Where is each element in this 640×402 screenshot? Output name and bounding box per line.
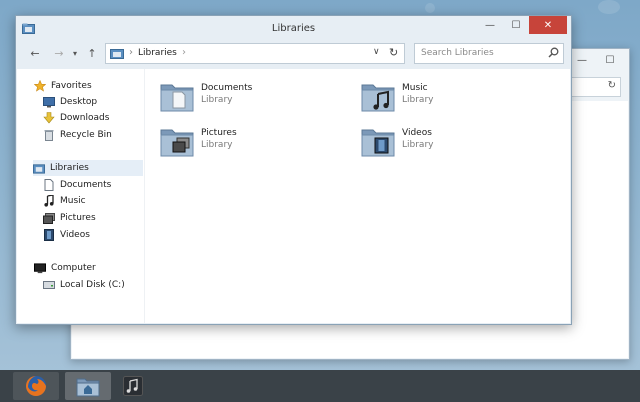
desktop-bubble <box>598 0 620 14</box>
nav-documents[interactable]: Documents <box>43 177 111 193</box>
nav-libraries[interactable]: Libraries <box>33 160 143 176</box>
monitor-icon <box>34 262 46 274</box>
taskbar-firefox-button[interactable] <box>13 372 59 400</box>
nav-music-label: Music <box>60 196 86 206</box>
pictures-library-icon <box>160 129 194 157</box>
music-player-icon <box>123 376 143 396</box>
nav-pictures[interactable]: Pictures <box>43 210 96 226</box>
desktop-icon <box>43 96 55 108</box>
nav-computer-label: Computer <box>51 263 96 273</box>
star-icon <box>34 80 46 92</box>
library-tile-documents[interactable]: Documents Library <box>160 80 252 116</box>
minimize-button[interactable]: — <box>477 16 503 34</box>
library-tile-music[interactable]: Music Library <box>361 80 433 116</box>
nav-downloads-label: Downloads <box>60 113 110 123</box>
nav-recycle-bin-label: Recycle Bin <box>60 130 112 140</box>
taskbar <box>0 370 640 402</box>
music-note-icon <box>43 195 55 207</box>
library-name-pictures: Pictures <box>201 128 237 138</box>
library-name-videos: Videos <box>402 128 432 138</box>
nav-computer[interactable]: Computer <box>34 260 96 276</box>
navigation-pane: Favorites Desktop Downloads Recycle Bin <box>17 69 145 323</box>
recent-locations-button[interactable]: ▾ <box>70 45 80 61</box>
library-type-videos: Library <box>402 140 434 150</box>
navigation-bar: ← → ▾ ↑ › Libraries › ∨ ↻ Search Librari… <box>20 43 567 64</box>
nav-music[interactable]: Music <box>43 193 86 209</box>
background-minimize-button[interactable]: — <box>569 52 595 68</box>
firefox-icon <box>26 376 46 396</box>
library-items-view: Documents Library Music Library Pictures… <box>144 69 570 323</box>
document-icon <box>43 179 55 191</box>
videos-library-icon <box>361 129 395 157</box>
nav-videos-label: Videos <box>60 230 90 240</box>
breadcrumb-libraries[interactable]: Libraries <box>138 48 177 58</box>
breadcrumb-arrow-icon[interactable]: › <box>182 47 186 58</box>
taskbar-explorer-button[interactable] <box>65 372 111 400</box>
address-bar[interactable]: › Libraries › ∨ ↻ <box>105 43 405 64</box>
nav-videos[interactable]: Videos <box>43 227 90 243</box>
library-tile-pictures[interactable]: Pictures Library <box>160 125 237 161</box>
libraries-location-icon <box>110 49 124 59</box>
documents-library-icon <box>160 84 194 112</box>
nav-documents-label: Documents <box>60 180 112 190</box>
background-maximize-button[interactable]: ☐ <box>597 52 623 68</box>
recycle-bin-icon <box>43 129 55 141</box>
desktop-bubble <box>425 3 435 13</box>
nav-downloads[interactable]: Downloads <box>43 110 109 126</box>
libraries-icon <box>33 162 45 174</box>
close-button[interactable]: ✕ <box>529 16 567 34</box>
taskbar-music-button[interactable] <box>118 372 148 400</box>
nav-recycle-bin[interactable]: Recycle Bin <box>43 127 112 143</box>
search-placeholder[interactable]: Search Libraries <box>421 48 494 58</box>
file-explorer-icon <box>76 378 100 397</box>
forward-button[interactable]: → <box>50 45 68 61</box>
maximize-button[interactable]: ☐ <box>503 16 529 34</box>
back-button[interactable]: ← <box>26 45 44 61</box>
content-area: Favorites Desktop Downloads Recycle Bin <box>17 69 570 323</box>
library-tile-videos[interactable]: Videos Library <box>361 125 433 161</box>
nav-local-disk-label: Local Disk (C:) <box>60 280 125 290</box>
search-box[interactable]: Search Libraries <box>414 43 564 64</box>
libraries-window[interactable]: Libraries — ☐ ✕ ← → ▾ ↑ › Libraries › ∨ … <box>15 15 572 325</box>
nav-favorites[interactable]: Favorites <box>34 78 92 94</box>
library-name-music: Music <box>402 83 428 93</box>
titlebar[interactable]: Libraries — ☐ ✕ <box>16 16 571 42</box>
refresh-button[interactable]: ↻ <box>389 46 398 59</box>
disk-icon <box>43 279 55 291</box>
nav-pictures-label: Pictures <box>60 213 96 223</box>
library-type-pictures: Library <box>201 140 233 150</box>
background-refresh-button[interactable]: ↻ <box>608 80 616 91</box>
nav-favorites-label: Favorites <box>51 81 92 91</box>
library-type-music: Library <box>402 95 434 105</box>
breadcrumb-separator-icon[interactable]: › <box>129 47 133 58</box>
up-button[interactable]: ↑ <box>84 45 100 61</box>
library-name-documents: Documents <box>201 83 253 93</box>
nav-desktop-label: Desktop <box>60 97 98 107</box>
library-type-documents: Library <box>201 95 233 105</box>
address-dropdown-button[interactable]: ∨ <box>373 47 380 57</box>
nav-local-disk[interactable]: Local Disk (C:) <box>43 277 125 293</box>
pictures-icon <box>43 212 55 224</box>
film-icon <box>43 229 55 241</box>
music-library-icon <box>361 84 395 112</box>
nav-desktop[interactable]: Desktop <box>43 94 97 110</box>
nav-libraries-label: Libraries <box>50 163 89 173</box>
search-icon[interactable] <box>548 47 559 58</box>
download-arrow-icon <box>43 112 55 124</box>
